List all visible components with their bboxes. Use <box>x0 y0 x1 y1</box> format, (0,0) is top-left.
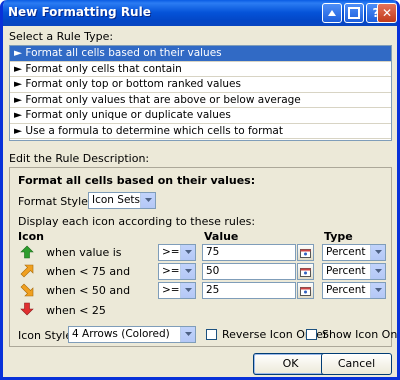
rule-row-3-value-input[interactable]: 25 <box>202 282 296 299</box>
rule-row-1-value-input[interactable]: 75 <box>202 244 296 261</box>
title-bar[interactable]: New Formatting Rule ? <box>3 0 397 26</box>
chevron-down-icon <box>370 245 385 260</box>
value-text: 75 <box>206 246 220 258</box>
arrow-down-red-icon <box>20 302 34 316</box>
triangle-up-icon <box>328 10 336 16</box>
rule-item-cells-contain[interactable]: ► Format only cells that contain <box>10 62 391 77</box>
rule-description-label: Edit the Rule Description: <box>9 152 150 165</box>
reverse-icon-order-checkbox[interactable] <box>206 329 217 340</box>
chevron-down-icon <box>180 264 195 279</box>
operator-value: >= <box>162 284 180 296</box>
chevron-down-icon <box>140 193 155 208</box>
display-note: Display each icon according to these rul… <box>18 215 256 228</box>
rule-row-2-text: when < 75 and <box>46 265 131 278</box>
cancel-button[interactable]: Cancel <box>321 353 392 375</box>
icon-style-select[interactable]: 4 Arrows (Colored) <box>68 326 196 343</box>
maximize-icon <box>348 7 360 19</box>
chevron-down-icon <box>180 327 195 342</box>
rule-type-list[interactable]: ► Format all cells based on their values… <box>9 45 392 141</box>
format-style-select[interactable]: Icon Sets <box>88 192 156 209</box>
rule-row-1-type-select[interactable]: Percent <box>322 244 386 261</box>
show-icon-only-checkbox[interactable] <box>306 329 317 340</box>
range-picker-icon <box>300 249 311 258</box>
show-icon-only-label[interactable]: Show Icon Only <box>322 328 397 341</box>
rule-row-3-operator[interactable]: >= <box>158 282 196 299</box>
rule-row-2-range-picker[interactable] <box>297 263 314 280</box>
operator-value: >= <box>162 265 180 277</box>
range-picker-icon <box>300 268 311 277</box>
description-heading: Format all cells based on their values: <box>18 174 256 187</box>
rule-row-2-operator[interactable]: >= <box>158 263 196 280</box>
rule-description-panel: Format all cells based on their values: … <box>9 167 397 347</box>
rule-item-top-bottom[interactable]: ► Format only top or bottom ranked value… <box>10 77 391 93</box>
rule-type-label: Select a Rule Type: <box>9 30 114 43</box>
format-style-label: Format Style: <box>18 195 92 208</box>
chevron-down-icon <box>180 283 195 298</box>
dialog-title: New Formatting Rule <box>8 5 151 19</box>
arrow-up-right-orange-icon <box>20 264 34 278</box>
value-text: 50 <box>206 265 220 277</box>
close-button[interactable]: ✕ <box>377 3 397 23</box>
close-icon: ✕ <box>381 6 393 20</box>
type-value: Percent <box>326 265 366 277</box>
format-style-value: Icon Sets <box>92 194 140 206</box>
rule-row-2-type-select[interactable]: Percent <box>322 263 386 280</box>
rule-row-3-type-select[interactable]: Percent <box>322 282 386 299</box>
arrow-up-green-icon <box>20 245 34 259</box>
rule-item-unique-duplicate[interactable]: ► Format only unique or duplicate values <box>10 108 391 124</box>
icon-column-header: Icon <box>18 230 45 243</box>
type-value: Percent <box>326 246 366 258</box>
rule-row-3-range-picker[interactable] <box>297 282 314 299</box>
rule-row-1-text: when value is <box>46 246 122 259</box>
icon-style-value: 4 Arrows (Colored) <box>72 328 170 340</box>
chevron-down-icon <box>370 283 385 298</box>
range-picker-icon <box>300 287 311 296</box>
rule-item-formula[interactable]: ► Use a formula to determine which cells… <box>10 124 391 139</box>
rule-row-3-text: when < 50 and <box>46 284 131 297</box>
ok-button[interactable]: OK <box>253 353 328 375</box>
type-column-header: Type <box>324 230 353 243</box>
dialog-window: New Formatting Rule ? ✕ Select a Rule Ty… <box>0 0 400 380</box>
chevron-down-icon <box>180 245 195 260</box>
operator-value: >= <box>162 246 180 258</box>
rule-row-2-value-input[interactable]: 50 <box>202 263 296 280</box>
maximize-button[interactable] <box>344 3 364 23</box>
rule-item-all-cells[interactable]: ► Format all cells based on their values <box>10 46 391 62</box>
arrow-down-right-orange-icon <box>20 283 34 297</box>
rule-item-above-below-average[interactable]: ► Format only values that are above or b… <box>10 93 391 108</box>
value-column-header: Value <box>204 230 239 243</box>
chevron-down-icon <box>370 264 385 279</box>
rule-row-1-range-picker[interactable] <box>297 244 314 261</box>
value-text: 25 <box>206 284 220 296</box>
help-menu-button[interactable] <box>322 3 342 23</box>
type-value: Percent <box>326 284 366 296</box>
rule-row-4-text: when < 25 <box>46 304 106 317</box>
rule-row-1-operator[interactable]: >= <box>158 244 196 261</box>
